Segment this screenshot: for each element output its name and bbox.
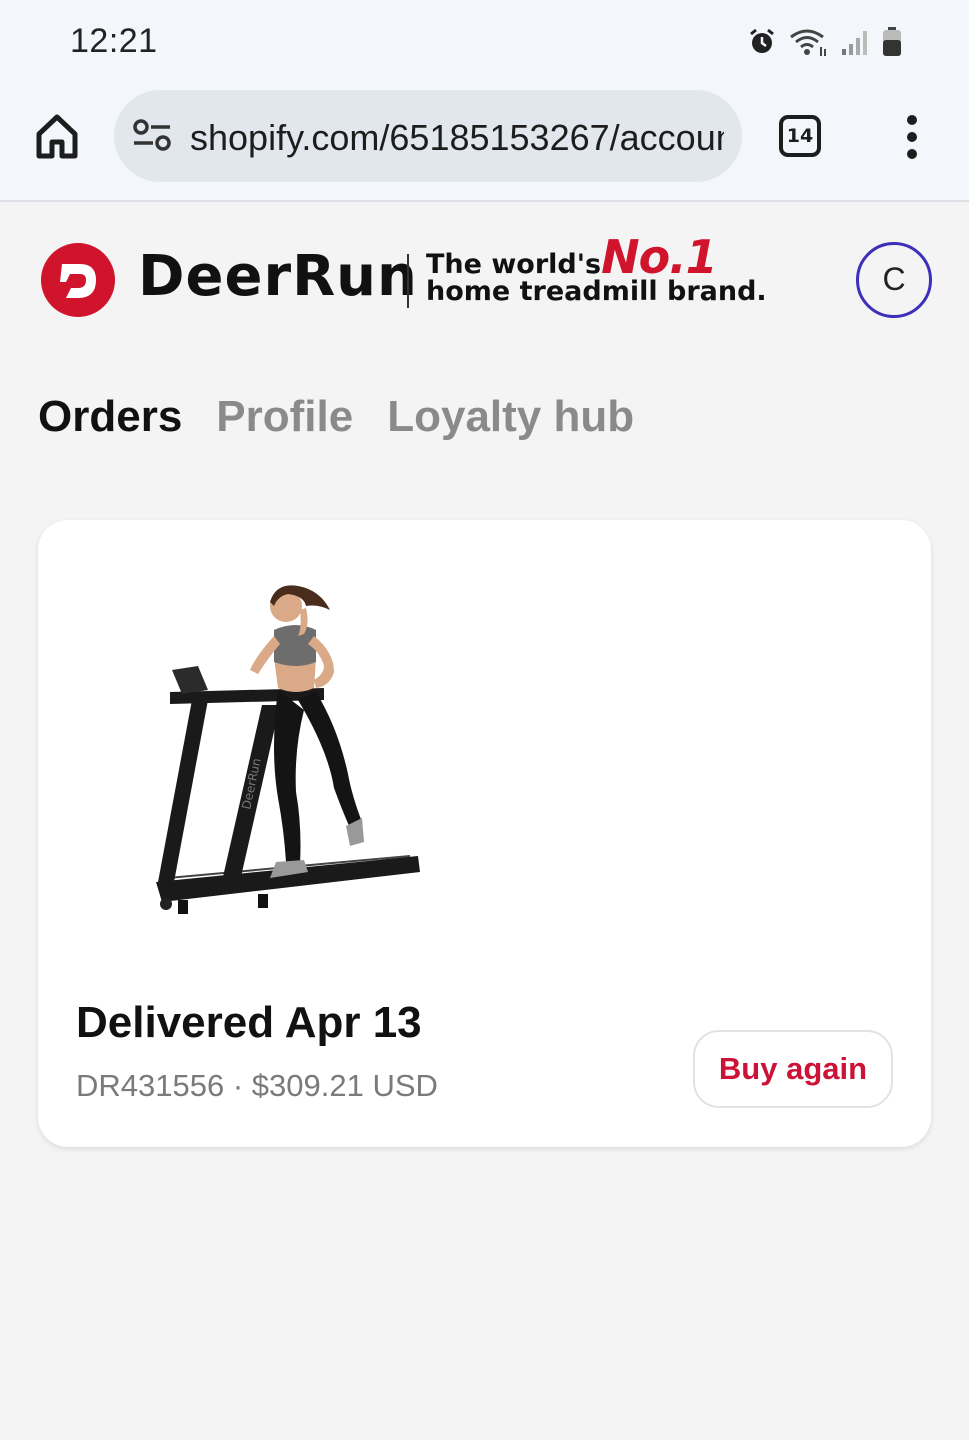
tabs-icon[interactable]: 14 xyxy=(779,115,821,157)
url-text[interactable]: shopify.com/65185153267/account xyxy=(190,117,724,159)
brand-wordmark[interactable]: DeerRun xyxy=(138,244,418,309)
address-bar[interactable]: shopify.com/65185153267/account xyxy=(114,90,742,182)
more-menu-icon xyxy=(907,115,917,159)
meta-separator: · xyxy=(232,1068,244,1103)
tagline-line2: home treadmill brand. xyxy=(426,276,767,307)
order-meta: DR431556 · $309.21 USD xyxy=(76,1068,438,1104)
product-image[interactable]: DeerRun xyxy=(138,560,438,940)
account-avatar[interactable]: C xyxy=(856,242,932,318)
home-button[interactable] xyxy=(34,112,82,162)
order-card[interactable]: DeerRun Delivered Apr 13 DR431556 · $309… xyxy=(38,520,931,1147)
account-nav: Orders Profile Loyalty hub xyxy=(38,392,634,442)
order-total: $309.21 USD xyxy=(251,1068,438,1103)
deerrun-logo-icon[interactable] xyxy=(40,242,116,318)
status-time: 12:21 xyxy=(70,22,158,60)
tab-profile[interactable]: Profile xyxy=(216,392,353,442)
status-icons xyxy=(747,26,903,58)
logo-divider xyxy=(407,254,409,308)
battery-icon xyxy=(883,27,901,56)
site-header: DeerRun The world'sNo.1 home treadmill b… xyxy=(0,204,969,354)
buy-again-button[interactable]: Buy again xyxy=(693,1030,893,1108)
browser-toolbar: shopify.com/65185153267/account 14 xyxy=(0,84,969,202)
order-status: Delivered Apr 13 xyxy=(76,998,422,1047)
signal-icon xyxy=(842,31,867,55)
wifi-icon xyxy=(790,29,826,56)
alarm-icon xyxy=(750,28,774,53)
home-icon xyxy=(36,114,78,159)
more-menu-button[interactable] xyxy=(900,114,924,160)
brand-tagline: The world'sNo.1 home treadmill brand. xyxy=(426,234,767,307)
site-settings-icon[interactable] xyxy=(132,118,172,152)
tab-orders[interactable]: Orders xyxy=(38,392,182,442)
status-bar: 12:21 xyxy=(0,0,969,84)
order-number: DR431556 xyxy=(76,1068,225,1103)
tab-loyalty-hub[interactable]: Loyalty hub xyxy=(387,392,634,442)
